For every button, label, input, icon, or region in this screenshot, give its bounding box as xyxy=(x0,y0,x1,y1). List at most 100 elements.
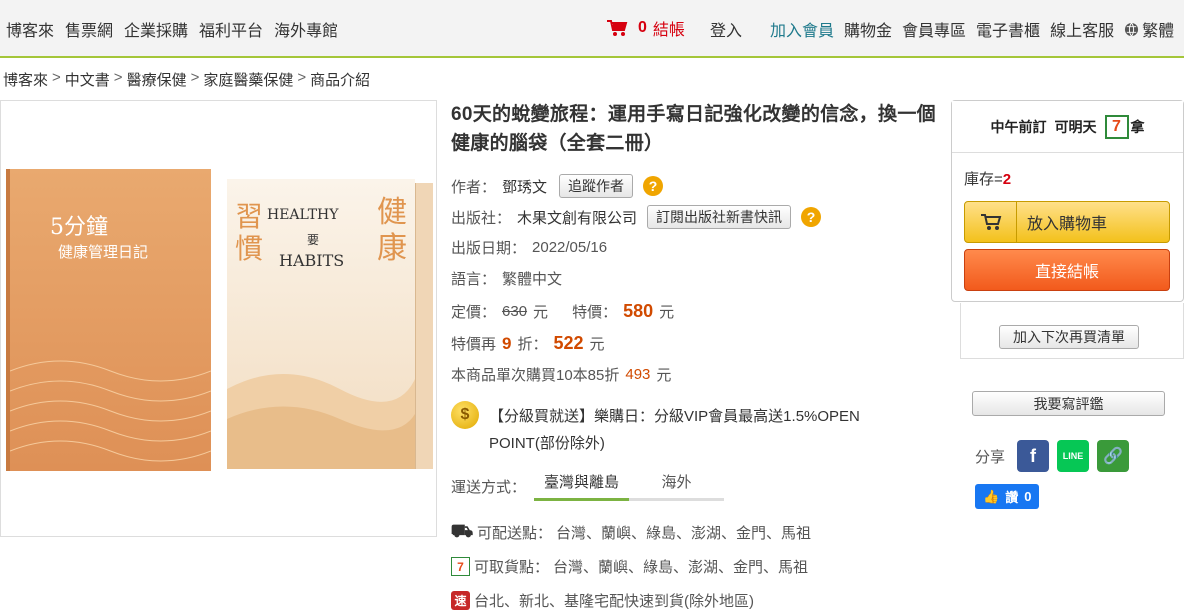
deliver-label: 可配送點： xyxy=(477,525,553,542)
tab-overseas[interactable]: 海外 xyxy=(629,471,725,501)
product-image[interactable]: 5分鐘 健康管理日記 習慣 健康 HEALTHY 要 HABITS xyxy=(0,100,437,537)
breadcrumb-separator: > xyxy=(113,69,123,86)
pickup-label: 可取貨點： xyxy=(474,559,550,576)
follow-author-button[interactable]: 追蹤作者 xyxy=(559,174,634,198)
wishlist-box: 加入下次再買清單 xyxy=(960,303,1184,359)
bulk-text: 本商品單次購買10本85折 xyxy=(451,367,620,384)
tab-taiwan[interactable]: 臺灣與離島 xyxy=(534,471,630,501)
extra-price-unit: 元 xyxy=(589,336,605,353)
add-wishlist-button[interactable]: 加入下次再買清單 xyxy=(999,325,1139,349)
language-label: 繁體 xyxy=(1142,23,1175,40)
join-member-link[interactable]: 加入會員 xyxy=(770,17,834,41)
help-icon[interactable]: ? xyxy=(643,176,664,196)
breadcrumb-chinese-books[interactable]: 中文書 xyxy=(65,69,110,90)
breadcrumb-medical[interactable]: 醫療保健 xyxy=(127,69,187,90)
nav-link-tickets[interactable]: 售票網 xyxy=(65,17,113,41)
promo-block: $ 【分級買就送】樂購日：分級VIP會員最高送1.5%OPEN POINT(部份… xyxy=(451,401,909,457)
write-review-button[interactable]: 我要寫評鑑 xyxy=(972,391,1165,416)
sale-price-unit: 元 xyxy=(659,304,675,321)
stock-info: 庫存=2 xyxy=(964,168,1011,189)
cart-checkout-link[interactable]: 0 結帳 xyxy=(606,16,685,40)
facebook-share-icon[interactable]: f xyxy=(1017,440,1050,472)
stock-count: 2 xyxy=(1002,171,1012,188)
copy-link-icon[interactable]: 🔗 xyxy=(1097,440,1130,472)
direct-checkout-button[interactable]: 直接結帳 xyxy=(964,249,1170,291)
list-price: 630 xyxy=(502,303,528,320)
breadcrumb-separator: > xyxy=(52,69,61,86)
globe-icon xyxy=(1125,22,1139,36)
promo-text[interactable]: 【分級買就送】樂購日：分級VIP會員最高送1.5%OPEN POINT(部份除外… xyxy=(489,403,909,457)
breadcrumb-family-medicine[interactable]: 家庭醫藥保健 xyxy=(203,69,293,90)
purchase-box: 中午前訂 可明天 7 拿 庫存=2 放入購物車 直接結帳 xyxy=(951,100,1184,302)
publisher-label: 出版社： xyxy=(451,209,512,227)
publisher-link[interactable]: 木果文創有限公司 xyxy=(517,207,637,228)
coin-icon: $ xyxy=(451,401,479,429)
author-row: 作者： 鄧琇文 追蹤作者 ? xyxy=(451,174,664,198)
book-cover-habits: 習慣 健康 HEALTHY 要 HABITS xyxy=(227,179,415,469)
breadcrumb-home[interactable]: 博客來 xyxy=(3,69,48,90)
fast-delivery-icon: 速 xyxy=(451,591,470,610)
extra-discount-row: 特價再 9 折： 522 元 xyxy=(451,333,605,354)
ebook-shelf-link[interactable]: 電子書櫃 xyxy=(976,17,1040,41)
next-day-pickup-banner: 中午前訂 可明天 7 拿 xyxy=(952,101,1183,153)
book2-en-healthy: HEALTHY xyxy=(267,207,339,223)
list-price-label: 定價： xyxy=(451,304,497,321)
like-label: 讚 xyxy=(1005,490,1019,505)
language-value: 繁體中文 xyxy=(502,271,563,288)
extra-discount-label: 特價再 xyxy=(451,336,497,353)
bulk-price-unit: 元 xyxy=(656,367,672,384)
shipping-method: 運送方式： 臺灣與離島 海外 xyxy=(451,471,725,501)
help-icon[interactable]: ? xyxy=(801,207,822,227)
date-row: 出版日期： 2022/05/16 xyxy=(451,237,607,258)
book2-vertical-right: 健康 xyxy=(377,195,407,266)
seven-eleven-icon: 7 xyxy=(451,557,470,576)
top-nav-left: 博客來 售票網 企業採購 福利平台 海外專館 xyxy=(6,17,338,41)
sale-price-label: 特價： xyxy=(572,304,618,321)
book-cover-diary: 5分鐘 健康管理日記 xyxy=(6,169,211,471)
line-share-icon[interactable]: LINE xyxy=(1057,440,1090,472)
date-label: 出版日期： xyxy=(451,240,527,257)
language-row: 語言： 繁體中文 xyxy=(451,268,562,289)
book1-subtitle: 健康管理日記 xyxy=(58,243,149,261)
nav-link-enterprise[interactable]: 企業採購 xyxy=(124,17,188,41)
seven-eleven-logo: 7 xyxy=(1104,114,1129,139)
nav-link-welfare[interactable]: 福利平台 xyxy=(199,17,263,41)
book2-vertical-left: 習慣 xyxy=(235,200,264,265)
truck-icon: ⛟ xyxy=(450,520,474,541)
deliver-places: 台灣、蘭嶼、綠島、澎湖、金門、馬祖 xyxy=(556,525,812,542)
ship-label: 運送方式： xyxy=(451,479,527,496)
checkout-label: 結帳 xyxy=(652,22,685,39)
breadcrumb-product: 商品介紹 xyxy=(310,72,371,89)
subscribe-publisher-button[interactable]: 訂閱出版社新書快訊 xyxy=(647,205,792,229)
bulk-price: 493 xyxy=(625,366,651,383)
sale-price: 580 xyxy=(623,301,654,321)
language-label: 語言： xyxy=(451,271,497,288)
top-nav-bar: 博客來 售票網 企業採購 福利平台 海外專館 0 結帳 登入 加入會員 購物金 … xyxy=(0,0,1184,58)
share-label: 分享 xyxy=(975,448,1006,466)
login-link[interactable]: 登入 xyxy=(710,17,742,41)
product-title: 60天的蛻變旅程：運用手寫日記強化改變的信念，換一個健康的腦袋（全套二冊） xyxy=(451,104,936,154)
cart-count: 0 xyxy=(638,19,647,36)
author-link[interactable]: 鄧琇文 xyxy=(502,176,547,197)
book2-en-habits: HABITS xyxy=(279,251,345,270)
add-to-cart-button[interactable]: 放入購物車 xyxy=(964,201,1170,243)
pickup-places: 台灣、蘭嶼、綠島、澎湖、金門、馬祖 xyxy=(553,559,809,576)
banner-order-noon: 中午前訂 xyxy=(990,118,1047,135)
nav-link-overseas[interactable]: 海外專館 xyxy=(274,17,338,41)
nav-link-books[interactable]: 博客來 xyxy=(6,17,54,41)
banner-tomorrow: 可明天 xyxy=(1054,118,1097,135)
price-row: 定價： 630 元 特價： 580 元 xyxy=(451,301,674,322)
member-area-link[interactable]: 會員專區 xyxy=(902,17,966,41)
breadcrumb-separator: > xyxy=(190,69,200,86)
breadcrumb: 博客來 > 中文書 > 醫療保健 > 家庭醫藥保健 > 商品介紹 xyxy=(3,69,370,90)
book1-title: 5分鐘 xyxy=(50,215,108,240)
shopping-credit-link[interactable]: 購物金 xyxy=(844,17,892,41)
ship-tabs: 臺灣與離島 海外 xyxy=(534,471,725,501)
add-to-cart-label: 放入購物車 xyxy=(1027,216,1108,233)
list-price-unit: 元 xyxy=(533,304,549,321)
language-switch[interactable]: 繁體 xyxy=(1124,17,1174,41)
book2-spine xyxy=(415,183,433,469)
customer-service-link[interactable]: 線上客服 xyxy=(1050,17,1114,41)
extra-discount-value: 9 xyxy=(502,333,512,353)
facebook-like-button[interactable]: 👍 讚 0 xyxy=(975,484,1040,509)
